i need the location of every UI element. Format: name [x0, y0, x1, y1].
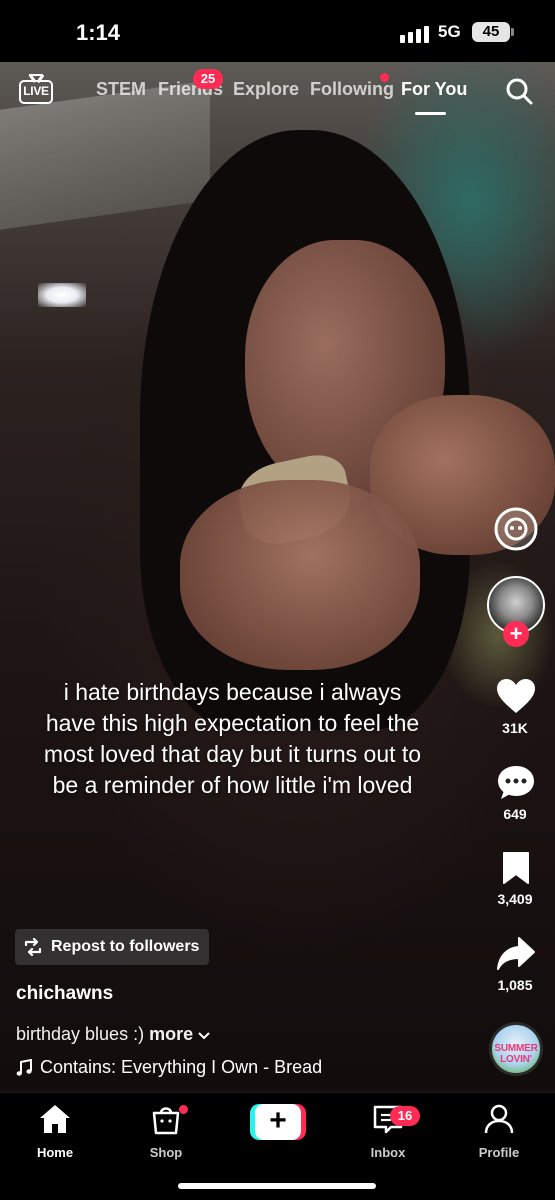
battery-icon: 45 [472, 22, 510, 42]
bookmark-icon[interactable] [501, 851, 531, 885]
creator-username[interactable]: chichawns [16, 983, 113, 1005]
repost-icon [24, 938, 42, 956]
video-description[interactable]: birthday blues :) more [16, 1024, 210, 1045]
home-icon [40, 1105, 70, 1133]
live-button[interactable]: LIVE [19, 74, 53, 106]
music-note-icon [16, 1058, 32, 1076]
plus-icon: + [255, 1104, 301, 1140]
home-indicator [178, 1183, 376, 1189]
shop-dot [179, 1105, 188, 1114]
chevron-down-icon [198, 1032, 210, 1040]
tab-for-you[interactable]: For You [401, 79, 467, 100]
ai-remix-icon[interactable] [493, 506, 539, 552]
video-overlay-text: i hate birthdays because i always have t… [43, 679, 422, 798]
save-count: 3,409 [497, 891, 533, 907]
nav-home-label: Home [36, 1145, 74, 1160]
nav-home[interactable]: Home [15, 1103, 95, 1160]
active-tab-indicator [415, 112, 446, 115]
nav-inbox-label: Inbox [370, 1145, 406, 1160]
network-type: 5G [438, 22, 461, 41]
inbox-badge: 16 [390, 1106, 420, 1126]
nav-inbox[interactable]: 16 Inbox [348, 1103, 428, 1160]
friends-badge: 25 [193, 69, 223, 89]
video-subject-hand-left [180, 480, 420, 670]
live-label: LIVE [19, 80, 53, 104]
status-bar: 1:14 5G 45 [0, 0, 555, 62]
music-info[interactable]: Contains: Everything I Own - Bread [16, 1057, 322, 1078]
tab-explore[interactable]: Explore [233, 79, 299, 100]
video-lamp [38, 283, 86, 307]
sound-disc[interactable]: SUMMER LOVIN' [489, 1022, 543, 1076]
music-title: Contains: Everything I Own - Bread [40, 1057, 323, 1077]
comment-icon[interactable] [496, 764, 536, 802]
nav-profile[interactable]: Profile [459, 1103, 539, 1160]
heart-icon[interactable] [496, 678, 536, 714]
search-icon[interactable] [505, 77, 533, 105]
follow-plus-button[interactable]: + [503, 621, 529, 647]
repost-label: Repost to followers [51, 938, 200, 955]
nav-shop[interactable]: Shop [126, 1103, 206, 1160]
nav-shop-label: Shop [149, 1145, 183, 1160]
repost-button[interactable]: Repost to followers [15, 929, 210, 965]
shopping-bag-icon [152, 1107, 180, 1135]
description-text: birthday blues :) [16, 1024, 145, 1044]
sound-disc-text: SUMMER LOVIN' [494, 1043, 538, 1065]
more-link[interactable]: more [149, 1024, 193, 1044]
tab-following[interactable]: Following [310, 79, 394, 100]
status-time: 1:14 [76, 20, 121, 45]
nav-profile-label: Profile [478, 1145, 520, 1160]
comment-count: 649 [503, 806, 527, 822]
tab-stem[interactable]: STEM [96, 79, 146, 100]
create-button[interactable]: + [250, 1104, 306, 1140]
profile-icon [484, 1104, 514, 1134]
like-count: 31K [502, 720, 528, 736]
share-count: 1,085 [497, 977, 533, 993]
following-dot [380, 73, 389, 82]
signal-icon [400, 26, 429, 43]
share-icon[interactable] [496, 936, 536, 972]
battery-tip [511, 28, 514, 36]
